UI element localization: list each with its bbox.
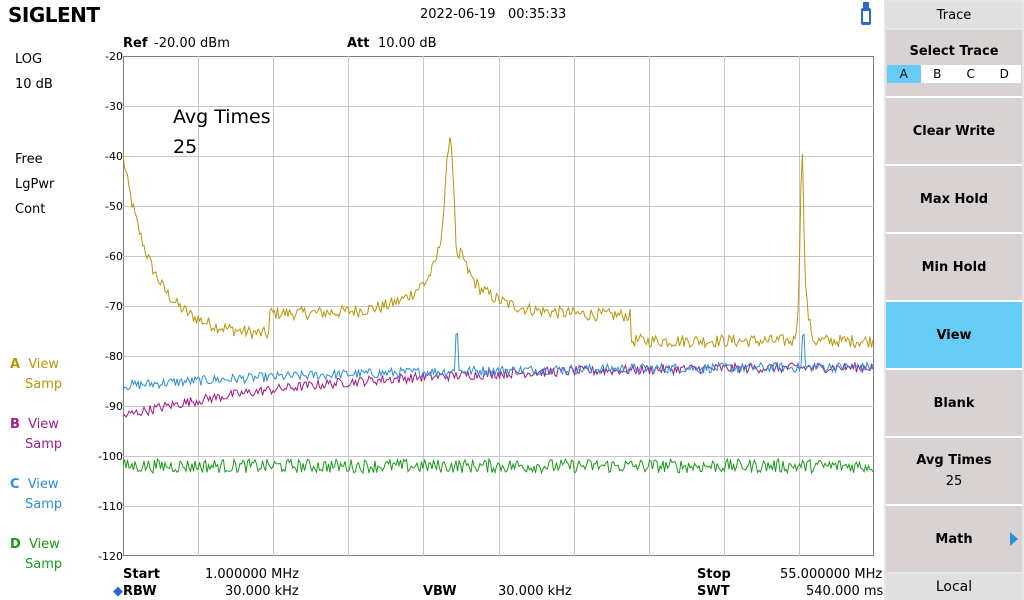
max-hold-label: Max Hold bbox=[919, 191, 989, 207]
view-button[interactable]: View bbox=[886, 302, 1022, 370]
y-tick-label: -100 bbox=[98, 450, 123, 463]
avg-times-annotation: Avg Times bbox=[173, 106, 271, 128]
trace-b-detector: Samp bbox=[25, 437, 63, 452]
swt-value[interactable]: 540.000 ms bbox=[806, 584, 883, 599]
y-tick-label: -120 bbox=[98, 550, 123, 563]
date-time: 2022-06-19 00:35:33 bbox=[420, 7, 567, 22]
softkey-panel: Trace Select Trace A B C D Clear Write M… bbox=[884, 0, 1024, 600]
select-trace-button[interactable]: Select Trace A B C D bbox=[886, 30, 1022, 98]
avg-times-annotation-value: 25 bbox=[173, 136, 198, 158]
rbw-value[interactable]: 30.000 kHz bbox=[225, 584, 299, 599]
min-hold-label: Min Hold bbox=[921, 259, 987, 275]
detector-type: LgPwr bbox=[15, 177, 55, 192]
att-value[interactable]: 10.00 dB bbox=[378, 36, 437, 51]
trace-d-detector: Samp bbox=[25, 557, 63, 572]
view-label: View bbox=[936, 327, 972, 343]
stop-freq[interactable]: 55.000000 MHz bbox=[780, 567, 882, 582]
max-hold-button[interactable]: Max Hold bbox=[886, 166, 1022, 234]
trace-a-letter: A bbox=[10, 357, 21, 372]
trigger-mode: Free bbox=[15, 152, 43, 167]
spectrum-display[interactable] bbox=[123, 56, 874, 556]
y-tick-label: -60 bbox=[105, 250, 123, 263]
trace-b-mode: View bbox=[28, 417, 59, 432]
select-trace-label: Select Trace bbox=[909, 43, 999, 59]
usb-icon bbox=[861, 2, 871, 25]
start-freq[interactable]: 1.000000 MHz bbox=[205, 567, 299, 582]
y-tick-label: -80 bbox=[105, 350, 123, 363]
min-hold-button[interactable]: Min Hold bbox=[886, 234, 1022, 302]
trace-c-detector: Samp bbox=[25, 497, 63, 512]
sweep-mode: Cont bbox=[15, 202, 46, 217]
math-label: Math bbox=[935, 531, 973, 547]
brand-logo: SIGLENT bbox=[8, 3, 100, 27]
y-tick-label: -30 bbox=[105, 100, 123, 113]
trace-option-b[interactable]: B bbox=[920, 64, 954, 83]
trace-d-letter: D bbox=[10, 537, 21, 552]
trace-d-indicator: D View bbox=[10, 537, 60, 552]
blank-button[interactable]: Blank bbox=[886, 370, 1022, 438]
y-tick-label: -40 bbox=[105, 150, 123, 163]
menu-title: Trace bbox=[886, 2, 1022, 28]
vbw-value[interactable]: 30.000 kHz bbox=[498, 584, 572, 599]
rbw-label: ◆RBW bbox=[113, 584, 157, 599]
start-label: Start bbox=[123, 567, 160, 582]
submenu-arrow-icon bbox=[1010, 532, 1018, 546]
rbw-label-text: RBW bbox=[123, 584, 157, 599]
ref-label: Ref bbox=[123, 36, 148, 51]
trace-a-mode: View bbox=[28, 357, 60, 372]
math-button[interactable]: Math bbox=[886, 506, 1022, 572]
y-tick-label: -50 bbox=[105, 200, 123, 213]
swt-label: SWT bbox=[697, 584, 730, 599]
clear-write-label: Clear Write bbox=[912, 123, 996, 139]
y-tick-label: -70 bbox=[105, 300, 123, 313]
y-tick-label: -90 bbox=[105, 400, 123, 413]
trace-c-mode: View bbox=[27, 477, 59, 492]
y-tick-label: -20 bbox=[105, 50, 123, 63]
trace-selector: A B C D bbox=[887, 64, 1021, 83]
clear-write-button[interactable]: Clear Write bbox=[886, 98, 1022, 166]
avg-times-button[interactable]: Avg Times 25 bbox=[886, 438, 1022, 506]
trace-option-d[interactable]: D bbox=[987, 64, 1021, 83]
blank-label: Blank bbox=[933, 395, 975, 411]
scale-div: 10 dB bbox=[15, 77, 53, 92]
trace-c-indicator: C View bbox=[10, 477, 59, 492]
trace-d-mode: View bbox=[28, 537, 60, 552]
local-button[interactable]: Local bbox=[886, 574, 1022, 600]
trace-b-indicator: B View bbox=[10, 417, 59, 432]
trace-a-indicator: A View bbox=[10, 357, 59, 372]
vbw-label: VBW bbox=[423, 584, 457, 599]
trace-option-c[interactable]: C bbox=[954, 64, 988, 83]
ref-value[interactable]: -20.00 dBm bbox=[154, 36, 230, 51]
trace-b-letter: B bbox=[10, 417, 20, 432]
att-label: Att bbox=[347, 36, 370, 51]
trace-a-detector: Samp bbox=[25, 377, 63, 392]
y-tick-label: -110 bbox=[98, 500, 123, 513]
avg-times-value: 25 bbox=[945, 474, 963, 489]
stop-label: Stop bbox=[697, 567, 731, 582]
trace-c-letter: C bbox=[10, 477, 20, 492]
avg-times-label: Avg Times bbox=[916, 453, 992, 468]
scale-type: LOG bbox=[15, 52, 43, 67]
trace-option-a[interactable]: A bbox=[887, 64, 921, 83]
